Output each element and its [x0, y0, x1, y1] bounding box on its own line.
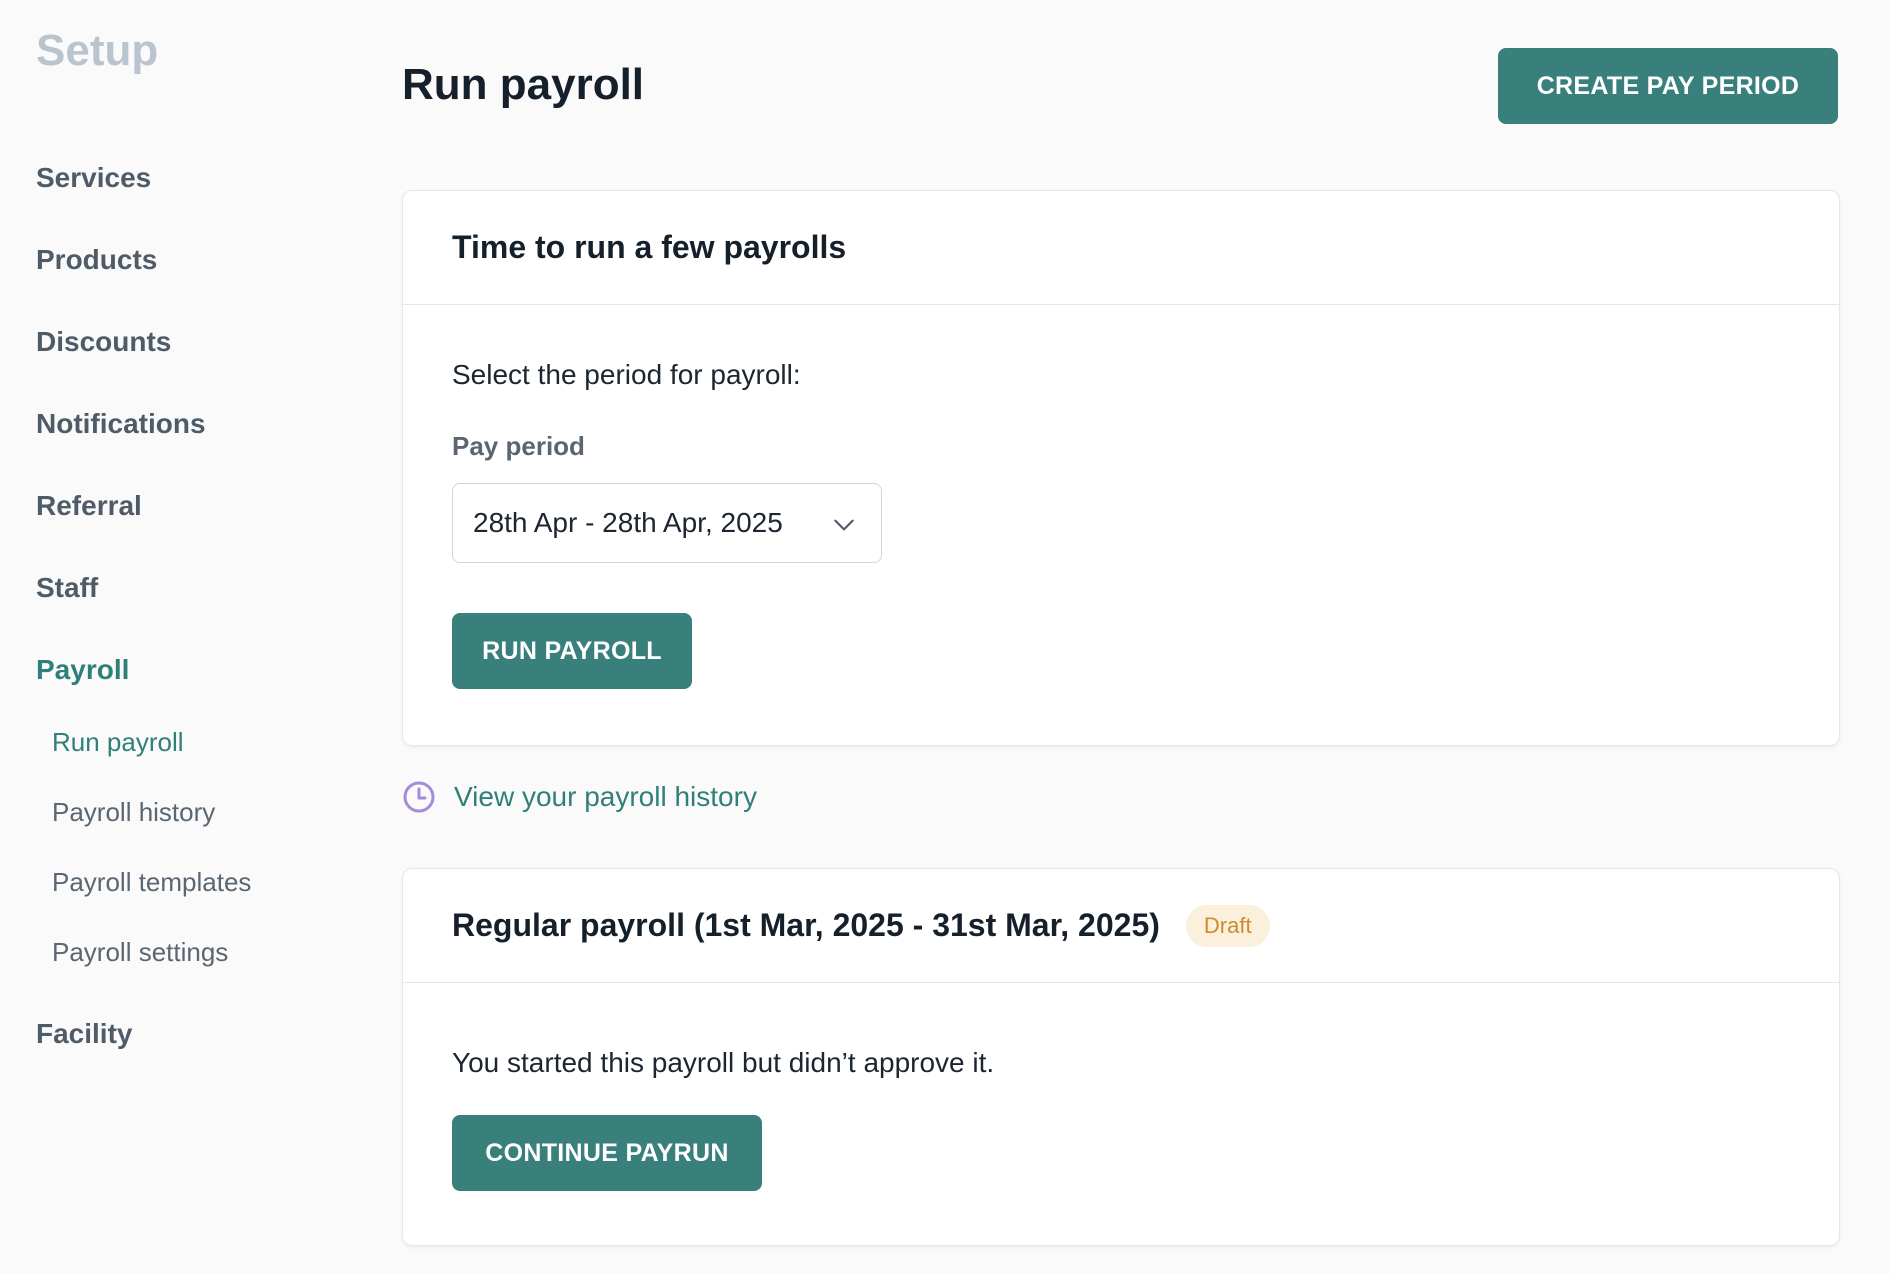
sidebar-item-products[interactable]: Products [36, 244, 157, 276]
create-pay-period-button[interactable]: CREATE PAY PERIOD [1498, 48, 1838, 124]
status-badge: Draft [1185, 904, 1270, 947]
card-header: Regular payroll (1st Mar, 2025 - 31st Ma… [403, 869, 1839, 983]
draft-payroll-card: Regular payroll (1st Mar, 2025 - 31st Ma… [402, 868, 1840, 1246]
clock-icon [403, 781, 435, 813]
sidebar-item-services[interactable]: Services [36, 162, 151, 194]
card-header: Time to run a few payrolls [403, 191, 1839, 305]
run-payroll-button[interactable]: RUN PAYROLL [452, 613, 692, 689]
sidebar-item-facility[interactable]: Facility [36, 1018, 132, 1050]
sidebar-item-discounts[interactable]: Discounts [36, 326, 171, 358]
sidebar-item-notifications[interactable]: Notifications [36, 408, 206, 440]
draft-message: You started this payroll but didn’t appr… [452, 1047, 995, 1078]
sidebar-item-payroll[interactable]: Payroll [36, 654, 129, 686]
chevron-down-icon [834, 519, 854, 531]
sidebar-subitem-run-payroll[interactable]: Run payroll [52, 727, 184, 758]
run-payroll-card: Time to run a few payrolls Select the pe… [402, 190, 1840, 746]
sidebar-item-referral[interactable]: Referral [36, 490, 142, 522]
sidebar-title: Setup [36, 26, 159, 75]
continue-payrun-button[interactable]: CONTINUE PAYRUN [452, 1115, 762, 1191]
sidebar-subitem-payroll-templates[interactable]: Payroll templates [52, 867, 251, 898]
page-title: Run payroll [402, 60, 645, 109]
card-title: Regular payroll (1st Mar, 2025 - 31st Ma… [452, 907, 1160, 943]
payroll-history-link[interactable]: View your payroll history [402, 780, 757, 814]
payroll-history-link-text: View your payroll history [454, 781, 757, 812]
sidebar-item-staff[interactable]: Staff [36, 572, 98, 604]
pay-period-label: Pay period [452, 431, 585, 461]
card-title: Time to run a few payrolls [452, 229, 847, 265]
period-instruction: Select the period for payroll: [452, 359, 801, 390]
pay-period-select[interactable]: 28th Apr - 28th Apr, 2025 [452, 483, 882, 563]
pay-period-value: 28th Apr - 28th Apr, 2025 [473, 507, 783, 538]
sidebar: Setup Services Products Discounts Notifi… [0, 0, 360, 1274]
sidebar-subitem-payroll-settings[interactable]: Payroll settings [52, 937, 228, 968]
sidebar-subitem-payroll-history[interactable]: Payroll history [52, 797, 215, 828]
page: Setup Services Products Discounts Notifi… [0, 0, 1890, 1274]
